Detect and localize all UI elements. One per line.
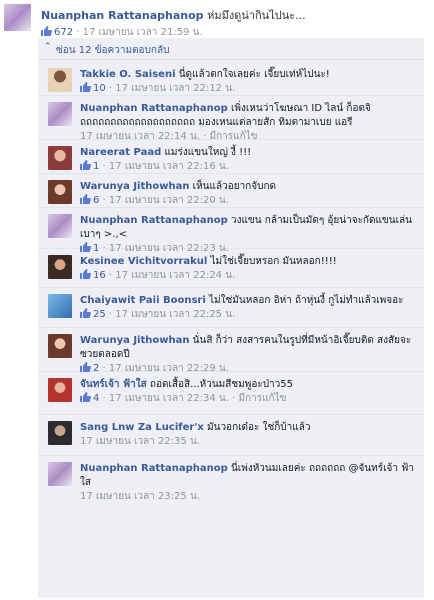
reply-body: Chaiyawit Paii Boonsri ไม่ใช่มันหลอก อิห… xyxy=(80,294,420,322)
author-link[interactable]: Nuanphan Rattanaphanop xyxy=(80,103,228,114)
reply-item: Chaiyawit Paii Boonsri ไม่ใช่มันหลอก อิห… xyxy=(38,288,424,328)
reply-text: ไม่ใช่เจี๊ยบหรอก มันหลอก!!!! xyxy=(210,256,337,267)
thumbs-up-icon xyxy=(80,362,91,372)
reply-item: Warunya Jithowhan เห็นแล้วอยากจับกด 6 · 1… xyxy=(38,174,424,208)
author-link[interactable]: Nuanphan Rattanaphanop xyxy=(41,9,204,22)
reply-meta: 17 เมษายน เวลา 23:25 น. xyxy=(80,490,420,504)
reply-text: แมร่งแขนใหญ่ งี้ !!! xyxy=(164,147,252,158)
timestamp[interactable]: 17 เมษายน เวลา 22:24 น. xyxy=(115,270,235,281)
separator: · xyxy=(99,195,109,206)
like-count[interactable]: 672 xyxy=(54,27,73,38)
avatar[interactable] xyxy=(48,146,72,170)
author-link[interactable]: Warunya Jithowhan xyxy=(80,181,189,192)
reply-meta: 6 · 17 เมษายน เวลา 22:20 น. xyxy=(80,194,420,208)
avatar[interactable] xyxy=(48,334,72,358)
avatar[interactable] xyxy=(48,68,72,92)
reply-body: Takkie O. Saiseni นี่ดูแล้วตกใจเลยค่ะ เจ… xyxy=(80,68,420,96)
edited-link[interactable]: มีการแก้ไข xyxy=(238,393,286,404)
avatar[interactable] xyxy=(48,102,72,126)
replies-panel: ⌃ ซ่อน 12 ข้อความตอบกลับ Takkie O. Saise… xyxy=(38,38,424,598)
reply-meta: 16 · 17 เมษายน เวลา 22:24 น. xyxy=(80,269,420,283)
reply-item: Warunya Jithowhan นั่นสิ ก็ว่า สงสารคนใน… xyxy=(38,328,424,374)
separator: · xyxy=(105,83,116,94)
like-count[interactable]: 16 xyxy=(93,270,106,281)
author-link[interactable]: จันทร์เจ้า ฟ้าใส xyxy=(80,379,147,390)
timestamp[interactable]: 17 เมษายน เวลา 22:20 น. xyxy=(109,195,229,206)
timestamp[interactable]: 17 เมษายน เวลา 23:25 น. xyxy=(80,491,200,502)
separator: · xyxy=(105,270,116,281)
comment-body: Nuanphan Rattanaphanop ห่มมึงดูน่ากินไปน… xyxy=(41,6,421,24)
avatar[interactable] xyxy=(48,294,72,318)
like-count[interactable]: 10 xyxy=(93,83,106,94)
chevron-up-icon: ⌃ xyxy=(44,42,52,52)
thumbs-up-icon xyxy=(80,194,91,204)
author-link[interactable]: Nuanphan Rattanaphanop xyxy=(80,463,228,474)
thumbs-up-icon xyxy=(80,269,91,279)
reply-body: จันทร์เจ้า ฟ้าใส ถอดเสื้อสิ...หัวนมสีชมพ… xyxy=(80,378,420,406)
timestamp[interactable]: 17 เมษายน เวลา 22:35 น. xyxy=(80,436,200,447)
thumbs-up-icon xyxy=(41,26,52,36)
reply-text: ถอดเสื้อสิ...หัวนมสีชมพูอะป่าว55 xyxy=(149,379,294,390)
reply-item: Sang Lnw Za Lucifer'x มันวอกเด๋อะ ใช่ก็บ… xyxy=(38,415,424,456)
reply-meta: 25 · 17 เมษายน เวลา 22:25 น. xyxy=(80,308,420,322)
separator: · xyxy=(105,309,116,320)
avatar[interactable] xyxy=(48,255,72,279)
reply-text: ไม่ใช่มันหลอก อิห่า ถ้าหุ่นงี้ กูไม่ทำแล… xyxy=(208,295,404,306)
reply-text: นี่ดูแล้วตกใจเลยค่ะ เจี๊ยบเท่ห์ไปนะ! xyxy=(178,69,330,80)
comment-thread: Nuanphan Rattanaphanop ห่มมึงดูน่ากินไปน… xyxy=(0,0,434,600)
comment-text: ห่มมึงดูน่ากินไปนะ... xyxy=(207,9,306,22)
reply-body: Warunya Jithowhan เห็นแล้วอยากจับกด 6 · 1… xyxy=(80,180,420,208)
avatar[interactable] xyxy=(48,214,72,238)
reply-meta: 4 · 17 เมษายน เวลา 22:34 น. · มีการแก้ไข xyxy=(80,392,420,406)
reply-body: Nuanphan Rattanaphanop นี่เพ่งหัวนมเลยค่… xyxy=(80,462,420,504)
reply-item: Nuanphan Rattanaphanop วงแขน กล้ามเป็นมั… xyxy=(38,208,424,254)
like-count[interactable]: 25 xyxy=(93,309,106,320)
reply-item: Kesinee Vichitvorrakul ไม่ใช่เจี๊ยบหรอก … xyxy=(38,249,424,288)
author-link[interactable]: Kesinee Vichitvorrakul xyxy=(80,256,207,267)
author-link[interactable]: Nareerat Paad xyxy=(80,147,161,158)
avatar[interactable] xyxy=(48,378,72,402)
reply-text: มันวอกเด๋อะ ใช่ก็บ้าแล้ว xyxy=(207,422,311,433)
avatar[interactable] xyxy=(48,421,72,445)
reply-body: Sang Lnw Za Lucifer'x มันวอกเด๋อะ ใช่ก็บ… xyxy=(80,421,420,449)
reply-meta: 17 เมษายน เวลา 22:35 น. xyxy=(80,435,420,449)
thumbs-up-icon xyxy=(80,160,91,170)
author-link[interactable]: Chaiyawit Paii Boonsri xyxy=(80,295,206,306)
reply-item: Takkie O. Saiseni นี่ดูแล้วตกใจเลยค่ะ เจ… xyxy=(38,62,424,96)
reply-item: Nuanphan Rattanaphanop นี่เพ่งหัวนมเลยค่… xyxy=(38,456,424,502)
reply-body: Nareerat Paad แมร่งแขนใหญ่ งี้ !!! 1 · 17… xyxy=(80,146,420,174)
reply-body: Kesinee Vichitvorrakul ไม่ใช่เจี๊ยบหรอก … xyxy=(80,255,420,283)
author-link[interactable]: Warunya Jithowhan xyxy=(80,335,189,346)
timestamp[interactable]: 17 เมษายน เวลา 22:16 น. xyxy=(109,161,229,172)
avatar[interactable] xyxy=(48,180,72,204)
hide-replies-link[interactable]: ⌃ ซ่อน 12 ข้อความตอบกลับ xyxy=(38,38,424,60)
thumbs-up-icon xyxy=(80,82,91,92)
avatar[interactable] xyxy=(4,4,31,31)
author-link[interactable]: Takkie O. Saiseni xyxy=(80,69,176,80)
reply-item: Nareerat Paad แมร่งแขนใหญ่ งี้ !!! 1 · 17… xyxy=(38,140,424,174)
reply-meta: 1 · 17 เมษายน เวลา 22:16 น. xyxy=(80,160,420,174)
timestamp[interactable]: 17 เมษายน เวลา 22:25 น. xyxy=(115,309,235,320)
hide-replies-label[interactable]: ซ่อน 12 ข้อความตอบกลับ xyxy=(56,45,169,56)
reply-body: Warunya Jithowhan นั่นสิ ก็ว่า สงสารคนใน… xyxy=(80,334,420,376)
separator: · xyxy=(99,393,109,404)
separator: · xyxy=(73,27,83,38)
timestamp[interactable]: 17 เมษายน เวลา 22:34 น. xyxy=(109,393,229,404)
reply-meta: 10 · 17 เมษายน เวลา 22:12 น. xyxy=(80,82,420,96)
author-link[interactable]: Nuanphan Rattanaphanop xyxy=(80,215,228,226)
thumbs-up-icon xyxy=(80,308,91,318)
timestamp[interactable]: 17 เมษายน เวลา 21:59 น. xyxy=(83,27,203,38)
reply-text: เห็นแล้วอยากจับกด xyxy=(192,181,276,192)
separator: · xyxy=(228,393,239,404)
separator: · xyxy=(99,161,109,172)
thumbs-up-icon xyxy=(80,392,91,402)
author-link[interactable]: Sang Lnw Za Lucifer'x xyxy=(80,422,204,433)
avatar[interactable] xyxy=(48,462,72,486)
reply-body: Nuanphan Rattanaphanop เพิ่งเหนว่าโฆษณา … xyxy=(80,102,420,144)
reply-item: Nuanphan Rattanaphanop เพิ่งเหนว่าโฆษณา … xyxy=(38,96,424,142)
timestamp[interactable]: 17 เมษายน เวลา 22:12 น. xyxy=(115,83,235,94)
reply-item: จันทร์เจ้า ฟ้าใส ถอดเสื้อสิ...หัวนมสีชมพ… xyxy=(38,372,424,415)
